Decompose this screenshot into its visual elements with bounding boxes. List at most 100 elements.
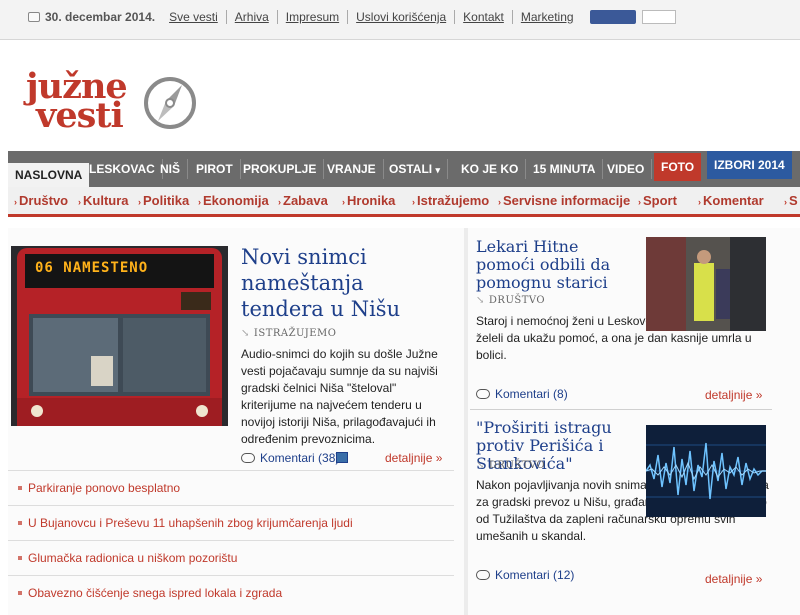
nav-ostali-label: OSTALI: [389, 162, 433, 176]
headline-text: U Bujanovcu i Preševu 11 uhapšenih zbog …: [28, 516, 353, 530]
subnav-bullet-icon: ›: [138, 197, 141, 207]
bus-destination-sign: 06 NAMESTENO: [35, 260, 149, 276]
featured-category[interactable]: ↘ ISTRAŽUJEMO: [241, 328, 336, 339]
nav-pirot[interactable]: PIROT: [189, 159, 241, 179]
logo-line-2: vesti: [36, 95, 124, 136]
subnav-bullet-icon: ›: [784, 197, 787, 207]
subnav-servisne[interactable]: › Servisne informacije: [498, 193, 630, 208]
subnav-bullet-icon: ›: [698, 197, 701, 207]
featured-lead: Audio-snimci do kojih su došle Južne ves…: [241, 347, 438, 446]
headline-text: Glumačka radionica u niškom pozorištu: [28, 551, 238, 565]
subnav-bullet-icon: ›: [14, 197, 17, 207]
link-impresum[interactable]: Impresum: [276, 10, 347, 24]
nav-video[interactable]: VIDEO: [600, 159, 653, 179]
subnav-label: Ekonomija: [203, 193, 269, 208]
subnav-label: Servisne informacije: [503, 193, 631, 208]
comment-bubble-icon: [241, 453, 255, 463]
nav-ko-je-ko[interactable]: KO JE KO: [454, 159, 527, 179]
subnav-zabava[interactable]: › Zabava: [278, 193, 328, 208]
side-article-1-comments-link[interactable]: Komentari (8): [476, 387, 568, 401]
subnav-label: Sport: [643, 193, 677, 208]
side-article-divider: [470, 409, 772, 410]
comments-label: Komentari (8): [495, 387, 568, 401]
side-article-2-comments-link[interactable]: Komentari (12): [476, 568, 574, 582]
side-article-1-category[interactable]: ↘ DRUŠTVO: [476, 295, 545, 306]
category-label: DRUŠTVO: [488, 295, 546, 306]
subnav-bullet-icon: ›: [198, 197, 201, 207]
subnav-label: S: [789, 193, 798, 208]
subnav-drustvo[interactable]: › Društvo: [14, 193, 68, 208]
gallery-image-icon[interactable]: [336, 452, 348, 463]
side-article-2-category[interactable]: ↘ DRUŠTVO: [476, 460, 545, 471]
category-arrow-icon: ↘: [476, 295, 485, 306]
subnav-label: Kultura: [83, 193, 129, 208]
nav-prokuplje[interactable]: PROKUPLJE: [236, 159, 325, 179]
subnav-bullet-icon: ›: [342, 197, 345, 207]
link-arhiva[interactable]: Arhiva: [225, 10, 277, 24]
main-navigation: NASLOVNA LESKOVAC NIŠ PIROT PROKUPLJE VR…: [8, 151, 800, 187]
nav-leskovac[interactable]: LESKOVAC: [82, 159, 163, 179]
subnav-label: Hronika: [347, 193, 396, 208]
headline-text: Obavezno čišćenje snega ispred lokala i …: [28, 586, 283, 600]
audio-waveform-image[interactable]: [646, 425, 766, 517]
link-marketing[interactable]: Marketing: [511, 10, 582, 24]
nav-15-minuta[interactable]: 15 MINUTA: [526, 159, 604, 179]
subnav-istrazujemo[interactable]: › Istražujemo: [412, 193, 489, 208]
link-kontakt[interactable]: Kontakt: [454, 10, 512, 24]
nav-ostali[interactable]: OSTALI ▾: [382, 159, 448, 179]
list-bullet-icon: [18, 556, 22, 560]
comment-bubble-icon: [476, 389, 490, 399]
category-navigation: › Društvo › Kultura › Politika › Ekonomija ›…: [8, 187, 800, 217]
headline-text: Parkiranje ponovo besplatno: [28, 481, 181, 495]
subnav-bullet-icon: ›: [78, 197, 81, 207]
category-arrow-icon: ↘: [241, 328, 250, 339]
subnav-bullet-icon: ›: [498, 197, 501, 207]
site-logo[interactable]: južne vesti: [26, 69, 128, 136]
side-article-1-image[interactable]: [646, 237, 766, 331]
subnav-kultura[interactable]: › Kultura: [78, 193, 129, 208]
comments-label: Komentari (38): [260, 451, 340, 465]
list-bullet-icon: [18, 521, 22, 525]
category-label: ISTRAŽUJEMO: [253, 328, 337, 339]
comment-bubble-icon: [476, 570, 490, 580]
side-article-1-more-link[interactable]: detaljnije »: [705, 388, 762, 402]
featured-headline[interactable]: Novi snimci nameštanja tendera u Nišu: [241, 244, 451, 322]
link-sve-vesti[interactable]: Sve vesti: [169, 10, 226, 24]
headline-list: Parkiranje ponovo besplatno U Bujanovcu …: [8, 470, 454, 610]
list-bullet-icon: [18, 591, 22, 595]
subnav-sport[interactable]: › Sport: [638, 193, 677, 208]
subnav-ekonomija[interactable]: › Ekonomija: [198, 193, 269, 208]
featured-more-link[interactable]: detaljnije »: [385, 451, 442, 465]
subnav-label: Društvo: [19, 193, 69, 208]
nav-naslovna[interactable]: NASLOVNA: [8, 163, 90, 187]
featured-image[interactable]: 06 NAMESTENO: [11, 246, 228, 426]
top-bar: 30. decembar 2014. Sve vesti Arhiva Impr…: [0, 0, 800, 40]
comments-label: Komentari (12): [495, 568, 575, 582]
side-article-1-title[interactable]: Lekari Hitne pomoći odbili da pomognu st…: [476, 238, 634, 292]
subnav-label: Komentar: [703, 193, 764, 208]
subnav-hronika[interactable]: › Hronika: [342, 193, 395, 208]
subnav-s[interactable]: › S: [784, 193, 798, 208]
compass-logo-icon: [144, 77, 196, 129]
side-article-2-more-link[interactable]: detaljnije »: [705, 572, 762, 586]
nav-nis[interactable]: NIŠ: [153, 159, 189, 179]
nav-foto[interactable]: FOTO: [654, 153, 702, 181]
nav-izbori-2014[interactable]: IZBORI 2014: [707, 151, 792, 179]
nav-vranje[interactable]: VRANJE: [320, 159, 384, 179]
subnav-bullet-icon: ›: [412, 197, 415, 207]
list-item[interactable]: Glumačka radionica u niškom pozorištu: [8, 540, 454, 575]
subnav-komentar[interactable]: › Komentar: [698, 193, 764, 208]
link-uslovi[interactable]: Uslovi korišćenja: [347, 10, 454, 24]
chevron-down-icon: ▾: [435, 165, 440, 175]
calendar-icon: [28, 12, 40, 22]
list-item[interactable]: Obavezno čišćenje snega ispred lokala i …: [8, 575, 454, 610]
list-item[interactable]: U Bujanovcu i Preševu 11 uhapšenih zbog …: [8, 505, 454, 540]
subnav-label: Istražujemo: [417, 193, 490, 208]
subnav-politika[interactable]: › Politika: [138, 193, 189, 208]
current-date: 30. decembar 2014.: [45, 10, 156, 24]
category-arrow-icon: ↘: [476, 460, 485, 471]
featured-comments-link[interactable]: Komentari (38): [241, 451, 339, 465]
facebook-count-box: [641, 10, 676, 24]
list-item[interactable]: Parkiranje ponovo besplatno: [8, 470, 454, 505]
facebook-like-button[interactable]: [589, 10, 636, 24]
